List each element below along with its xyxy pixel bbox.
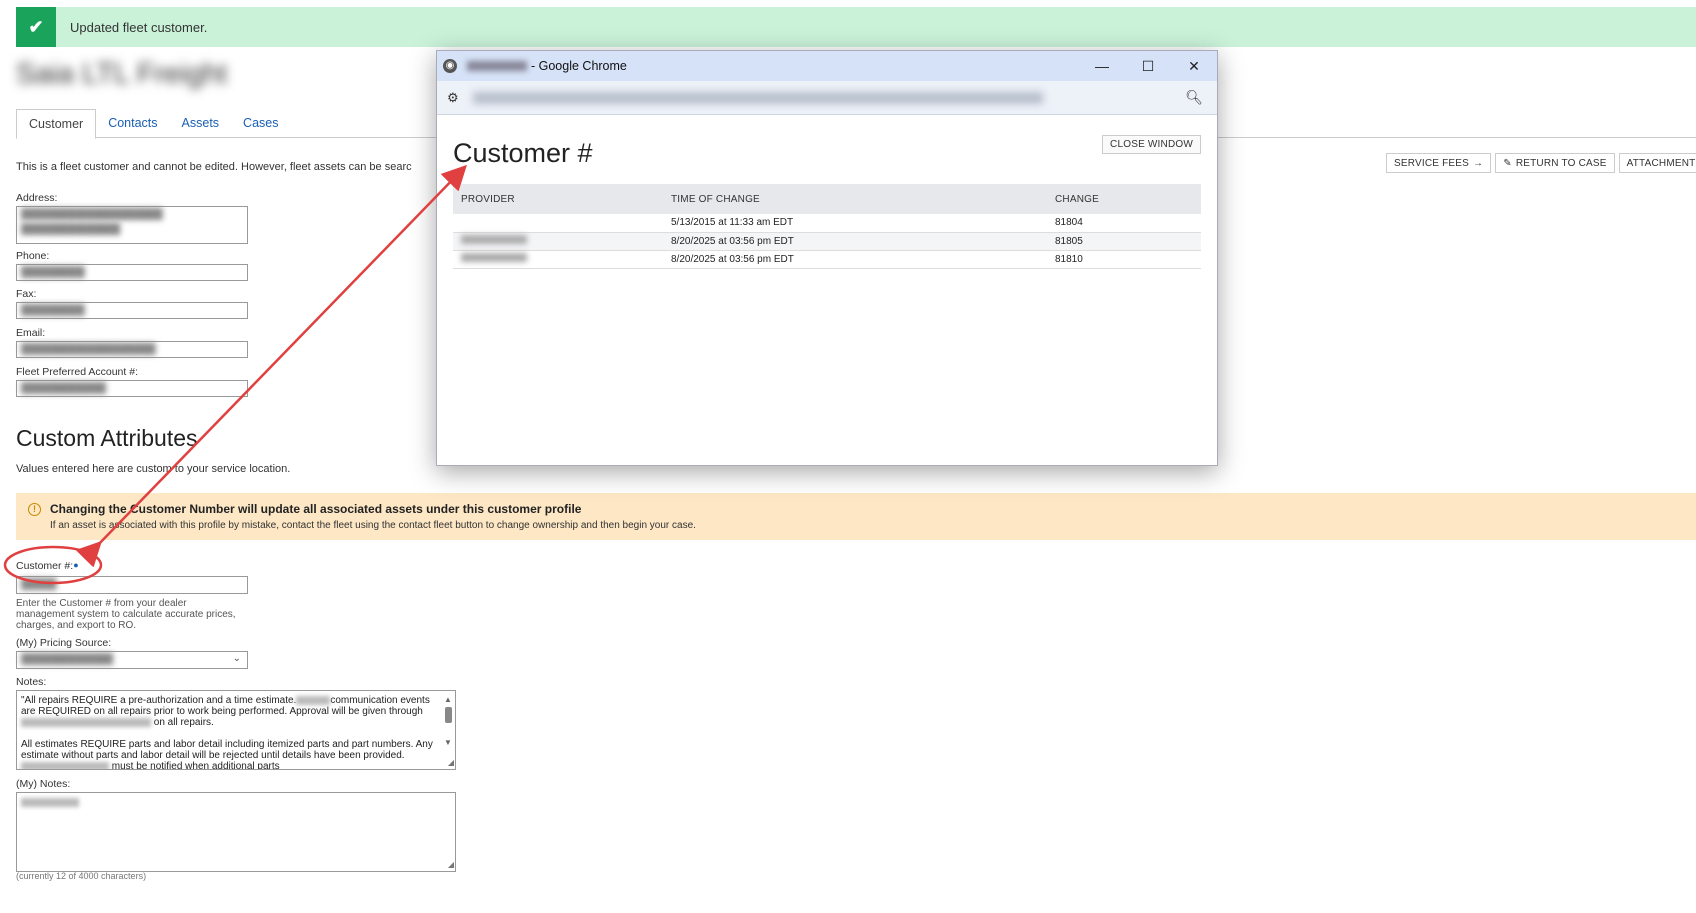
customer-history-window: ◉ - Google Chrome — ☐ ✕ ⚙ 🔍︎ Customer # …: [436, 50, 1218, 466]
scroll-down-icon: ▼: [444, 738, 452, 747]
notes-line-1c: on all repairs.: [153, 717, 214, 728]
address-label: Address:: [16, 192, 58, 204]
globe-icon: ◉: [443, 59, 457, 73]
service-fees-label: SERVICE FEES: [1394, 157, 1470, 169]
zoom-icon[interactable]: 🔍︎: [1185, 89, 1203, 106]
redacted-text: [296, 695, 331, 705]
notes-scrollbar[interactable]: ▲ ▼: [443, 694, 453, 762]
my-notes-textarea[interactable]: ◢: [16, 792, 456, 872]
history-table: PROVIDER TIME OF CHANGE CHANGE 5/13/2015…: [453, 184, 1201, 269]
arrow-right-icon: →: [1473, 157, 1484, 169]
pricing-source-select[interactable]: █████████████ ⌄: [16, 651, 248, 669]
warning-icon: !: [28, 503, 41, 516]
attachments-label: ATTACHMENTS: [1626, 157, 1696, 169]
url-bar: ⚙ 🔍︎: [437, 81, 1217, 115]
pricing-source-label: (My) Pricing Source:: [16, 637, 112, 649]
provider-cell: [453, 250, 663, 269]
page: ✔ Updated fleet customer. Saia LTL Freig…: [0, 0, 1696, 913]
notes-textarea[interactable]: "All repairs REQUIRE a pre-authorization…: [16, 690, 456, 770]
redacted-text: [461, 235, 527, 244]
redacted-text: [21, 717, 151, 727]
warning-panel: ! Changing the Customer Number will upda…: [16, 493, 1696, 540]
provider-cell: [453, 232, 663, 251]
notes-line-2: All estimates REQUIRE parts and labor de…: [21, 739, 433, 761]
tab-assets[interactable]: Assets: [170, 109, 232, 138]
table-row: 8/20/2025 at 03:56 pm EDT 81805: [453, 232, 1201, 251]
table-row: 8/20/2025 at 03:56 pm EDT 81810: [453, 250, 1201, 269]
customer-number-help: Enter the Customer # from your dealer ma…: [16, 598, 236, 631]
customer-number-label: Customer #:●: [16, 560, 79, 572]
custom-attributes-subtext: Values entered here are custom to your s…: [16, 463, 291, 475]
phone-label: Phone:: [16, 250, 50, 262]
customer-name: Saia LTL Freight: [16, 58, 228, 90]
provider-cell: [453, 214, 663, 233]
site-settings-icon[interactable]: ⚙: [447, 90, 459, 106]
redacted-text: [461, 253, 527, 262]
check-icon: ✔: [16, 7, 56, 47]
customer-number-input[interactable]: █████: [16, 576, 248, 594]
email-label: Email:: [16, 327, 46, 339]
window-title: - Google Chrome: [531, 59, 627, 73]
redacted-title: [467, 61, 527, 71]
change-cell: 81804: [1047, 214, 1201, 233]
my-notes-label: (My) Notes:: [16, 778, 71, 790]
tab-contacts[interactable]: Contacts: [96, 109, 169, 138]
warning-body: If an asset is associated with this prof…: [50, 520, 696, 531]
warning-title: Changing the Customer Number will update…: [50, 502, 582, 516]
notes-line-2b: must be notified when additional parts: [111, 761, 280, 770]
customer-number-label-text: Customer #:: [16, 560, 74, 572]
close-window-button[interactable]: CLOSE WINDOW: [1102, 135, 1201, 154]
chevron-down-icon: ⌄: [232, 653, 241, 664]
column-header: CHANGE: [1047, 184, 1201, 214]
change-cell: 81810: [1047, 250, 1201, 269]
custom-attributes-heading: Custom Attributes: [16, 425, 198, 451]
notes-label: Notes:: [16, 676, 47, 688]
time-cell: 8/20/2025 at 03:56 pm EDT: [663, 250, 1047, 269]
attachments-button[interactable]: ATTACHMENTS: [1618, 153, 1696, 173]
service-fees-button[interactable]: SERVICE FEES →: [1386, 153, 1492, 173]
table-row: 5/13/2015 at 11:33 am EDT 81804: [453, 214, 1201, 233]
popup-heading: Customer #: [453, 138, 593, 168]
close-icon[interactable]: ✕: [1171, 51, 1217, 81]
fleet-account-label: Fleet Preferred Account #:: [16, 366, 138, 378]
column-header: TIME OF CHANGE: [663, 184, 1047, 214]
success-banner: ✔ Updated fleet customer.: [16, 7, 1696, 47]
notes-line-1: "All repairs REQUIRE a pre-authorization…: [21, 695, 297, 706]
fleet-account-field: ████████████: [16, 380, 248, 397]
fax-field: █████████: [16, 302, 248, 319]
scroll-thumb[interactable]: [444, 707, 452, 723]
return-to-case-label: RETURN TO CASE: [1515, 157, 1607, 169]
fleet-info-text: This is a fleet customer and cannot be e…: [16, 161, 412, 173]
redacted-text: [21, 761, 109, 769]
tab-cases[interactable]: Cases: [231, 109, 290, 138]
pencil-icon: ✎: [1503, 157, 1512, 169]
tab-customer[interactable]: Customer: [16, 109, 97, 139]
window-titlebar: ◉ - Google Chrome — ☐ ✕: [437, 51, 1217, 81]
time-cell: 8/20/2025 at 03:56 pm EDT: [663, 232, 1047, 251]
change-cell: 81805: [1047, 232, 1201, 251]
char-count: (currently 12 of 4000 characters): [16, 871, 147, 881]
success-message: Updated fleet customer.: [70, 19, 208, 35]
redacted-url[interactable]: [472, 91, 1043, 104]
minimize-icon[interactable]: —: [1079, 51, 1125, 81]
required-dot-icon: ●: [73, 560, 79, 570]
email-field: ███████████████████: [16, 341, 248, 358]
scroll-up-icon: ▲: [444, 695, 452, 704]
redacted-text: [21, 797, 79, 807]
maximize-icon[interactable]: ☐: [1125, 51, 1171, 81]
return-to-case-button[interactable]: ✎ RETURN TO CASE: [1495, 153, 1615, 173]
resize-handle-icon[interactable]: ◢: [448, 757, 454, 768]
fax-label: Fax:: [16, 288, 37, 300]
time-cell: 5/13/2015 at 11:33 am EDT: [663, 214, 1047, 233]
address-field: ████████████████████ ██████████████: [16, 206, 248, 244]
action-buttons: SERVICE FEES → ✎ RETURN TO CASE ATTACHMENT…: [1386, 153, 1696, 173]
phone-field: █████████: [16, 264, 248, 281]
resize-handle-icon[interactable]: ◢: [448, 859, 454, 870]
column-header: PROVIDER: [453, 184, 663, 214]
